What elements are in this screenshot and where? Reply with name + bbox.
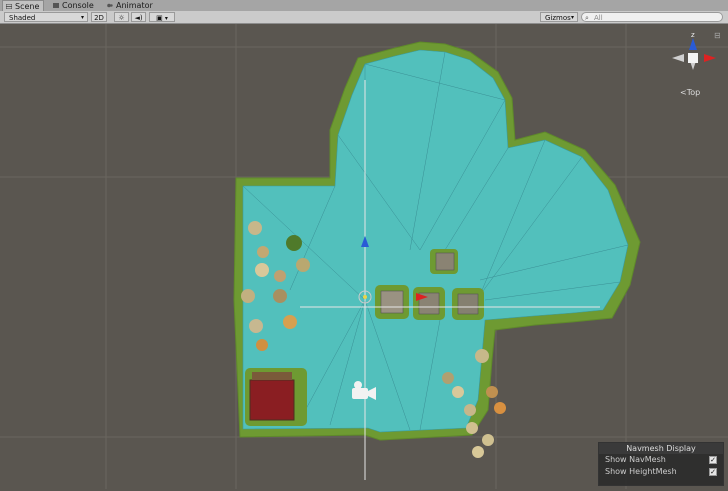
audio-toggle-button[interactable]: ◄) [131,12,146,22]
scene-viewport[interactable] [0,24,728,489]
navmesh-panel-title: Navmesh Display [599,443,723,454]
search-icon: ⌕ [585,14,589,22]
tab-animator[interactable]: Animator [104,0,157,11]
speaker-icon: ◄) [134,14,143,22]
show-heightmesh-row[interactable]: Show HeightMesh ✓ [599,466,723,478]
tab-label: Scene [15,2,40,11]
checkmark-icon: ✓ [710,456,716,464]
checkmark-icon: ✓ [710,468,716,476]
navmesh-display-panel: Navmesh Display Show NavMesh ✓ Show Heig… [598,442,724,486]
view-back-icon: < [680,88,687,97]
tab-console[interactable]: Console [50,0,98,11]
shading-mode-value: Shaded [9,14,36,22]
shading-mode-dropdown[interactable]: Shaded ▾ [4,12,88,22]
show-heightmesh-label: Show HeightMesh [605,467,677,476]
2d-toggle-button[interactable]: 2D [91,12,107,22]
gizmo-axis-label: z [691,31,695,39]
lock-icon[interactable]: ⊟ [714,31,720,40]
gizmos-dropdown[interactable]: Gizmos ▾ [540,12,578,22]
gizmos-label: Gizmos [545,14,571,22]
x-axis-cone-icon[interactable] [704,54,716,62]
scene-canvas [0,24,728,489]
image-icon: ▣ [156,14,163,22]
lighting-toggle-button[interactable]: ☼ [114,12,129,22]
search-input[interactable]: ⌕ All [581,12,723,22]
chevron-down-icon: ▾ [570,14,574,21]
scene-toolbar: Shaded ▾ 2D ☼ ◄) ▣ ▾ Gizmos ▾ ⌕ All [0,11,728,24]
animator-icon [107,3,113,8]
sun-icon: ☼ [118,14,125,22]
show-heightmesh-checkbox[interactable]: ✓ [709,468,717,476]
effects-dropdown[interactable]: ▣ ▾ [149,12,175,22]
scene-icon [6,4,12,9]
chevron-down-icon: ▾ [80,14,84,21]
view-label[interactable]: <Top [680,88,700,97]
show-navmesh-checkbox[interactable]: ✓ [709,456,717,464]
tab-label: Console [62,1,94,10]
center-cube-icon[interactable] [688,53,698,63]
view-label-text: Top [686,88,701,97]
z-axis-cone-icon[interactable] [689,38,697,50]
show-navmesh-label: Show NavMesh [605,455,666,464]
market-stall [245,368,307,426]
tab-label: Animator [116,1,153,10]
console-icon [53,3,59,8]
search-placeholder: All [594,14,603,22]
show-navmesh-row[interactable]: Show NavMesh ✓ [599,454,723,466]
player-marker [363,295,367,299]
neg-x-axis-cone-icon[interactable] [672,54,684,62]
chevron-down-icon: ▾ [164,15,168,22]
